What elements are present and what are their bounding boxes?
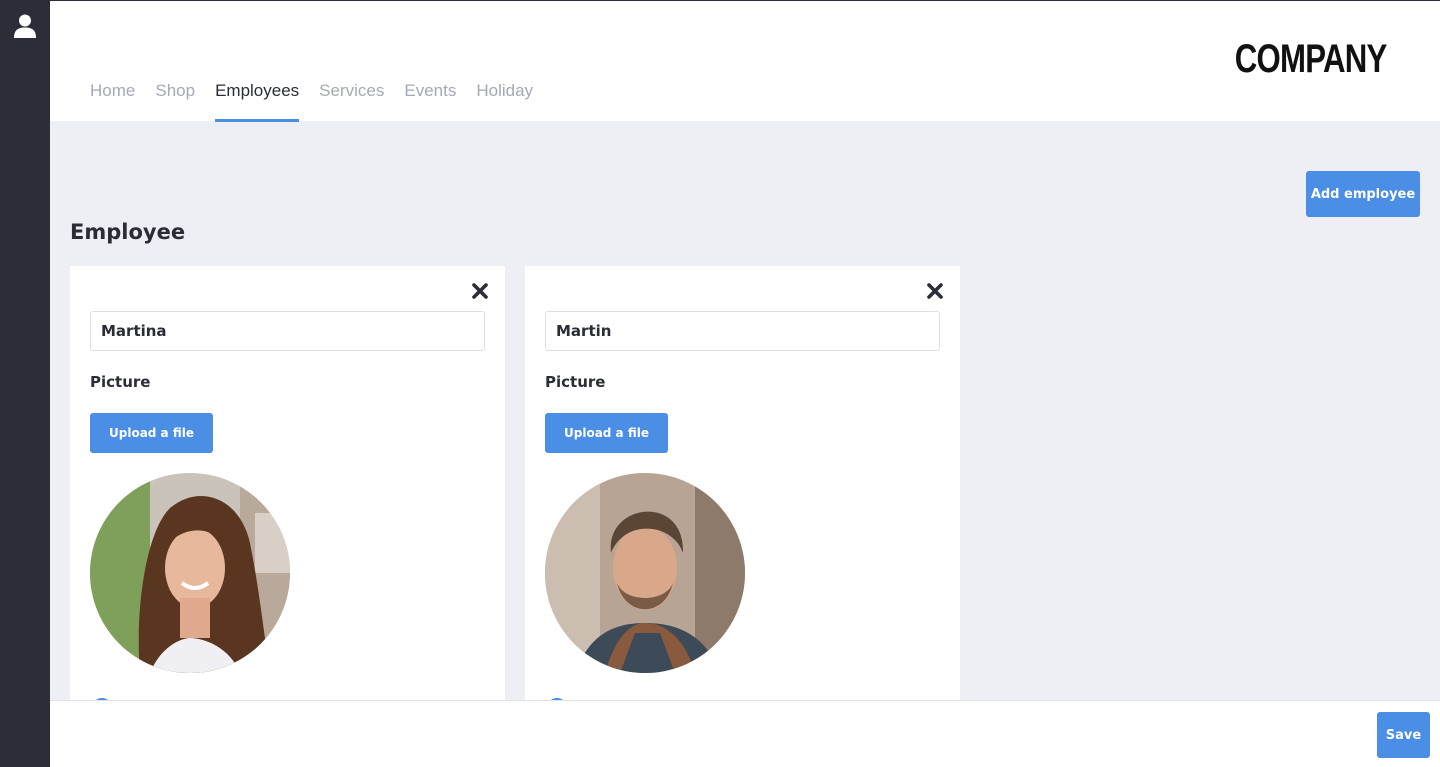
- close-icon[interactable]: [926, 282, 944, 300]
- tab-services[interactable]: Services: [319, 71, 384, 122]
- picture-label: Picture: [90, 373, 151, 391]
- page-title: Employee: [70, 220, 186, 244]
- man-portrait-photo: [545, 473, 745, 673]
- employee-card: Picture Upload a file: [70, 266, 505, 718]
- woman-portrait-photo: [90, 473, 290, 673]
- tab-shop[interactable]: Shop: [155, 71, 195, 122]
- employee-name-input[interactable]: [90, 311, 485, 351]
- user-icon[interactable]: [14, 14, 36, 38]
- tab-holiday[interactable]: Holiday: [476, 71, 533, 122]
- picture-label: Picture: [545, 373, 606, 391]
- save-button[interactable]: Save: [1377, 712, 1430, 758]
- close-icon[interactable]: [471, 282, 489, 300]
- main-nav-tabs: Home Shop Employees Services Events Holi…: [90, 71, 553, 122]
- employee-card: Picture Upload a file: [525, 266, 960, 718]
- tab-events[interactable]: Events: [404, 71, 456, 122]
- tab-employees[interactable]: Employees: [215, 71, 300, 122]
- employee-name-input[interactable]: [545, 311, 940, 351]
- footer-bar: Save: [50, 700, 1440, 767]
- add-employee-button[interactable]: Add employee: [1306, 171, 1420, 217]
- upload-file-button[interactable]: Upload a file: [90, 413, 213, 453]
- top-header: Home Shop Employees Services Events Holi…: [50, 0, 1440, 122]
- company-logo: COMPANY: [1234, 37, 1386, 81]
- left-sidebar: [0, 0, 50, 767]
- upload-file-button[interactable]: Upload a file: [545, 413, 668, 453]
- tab-home[interactable]: Home: [90, 71, 135, 122]
